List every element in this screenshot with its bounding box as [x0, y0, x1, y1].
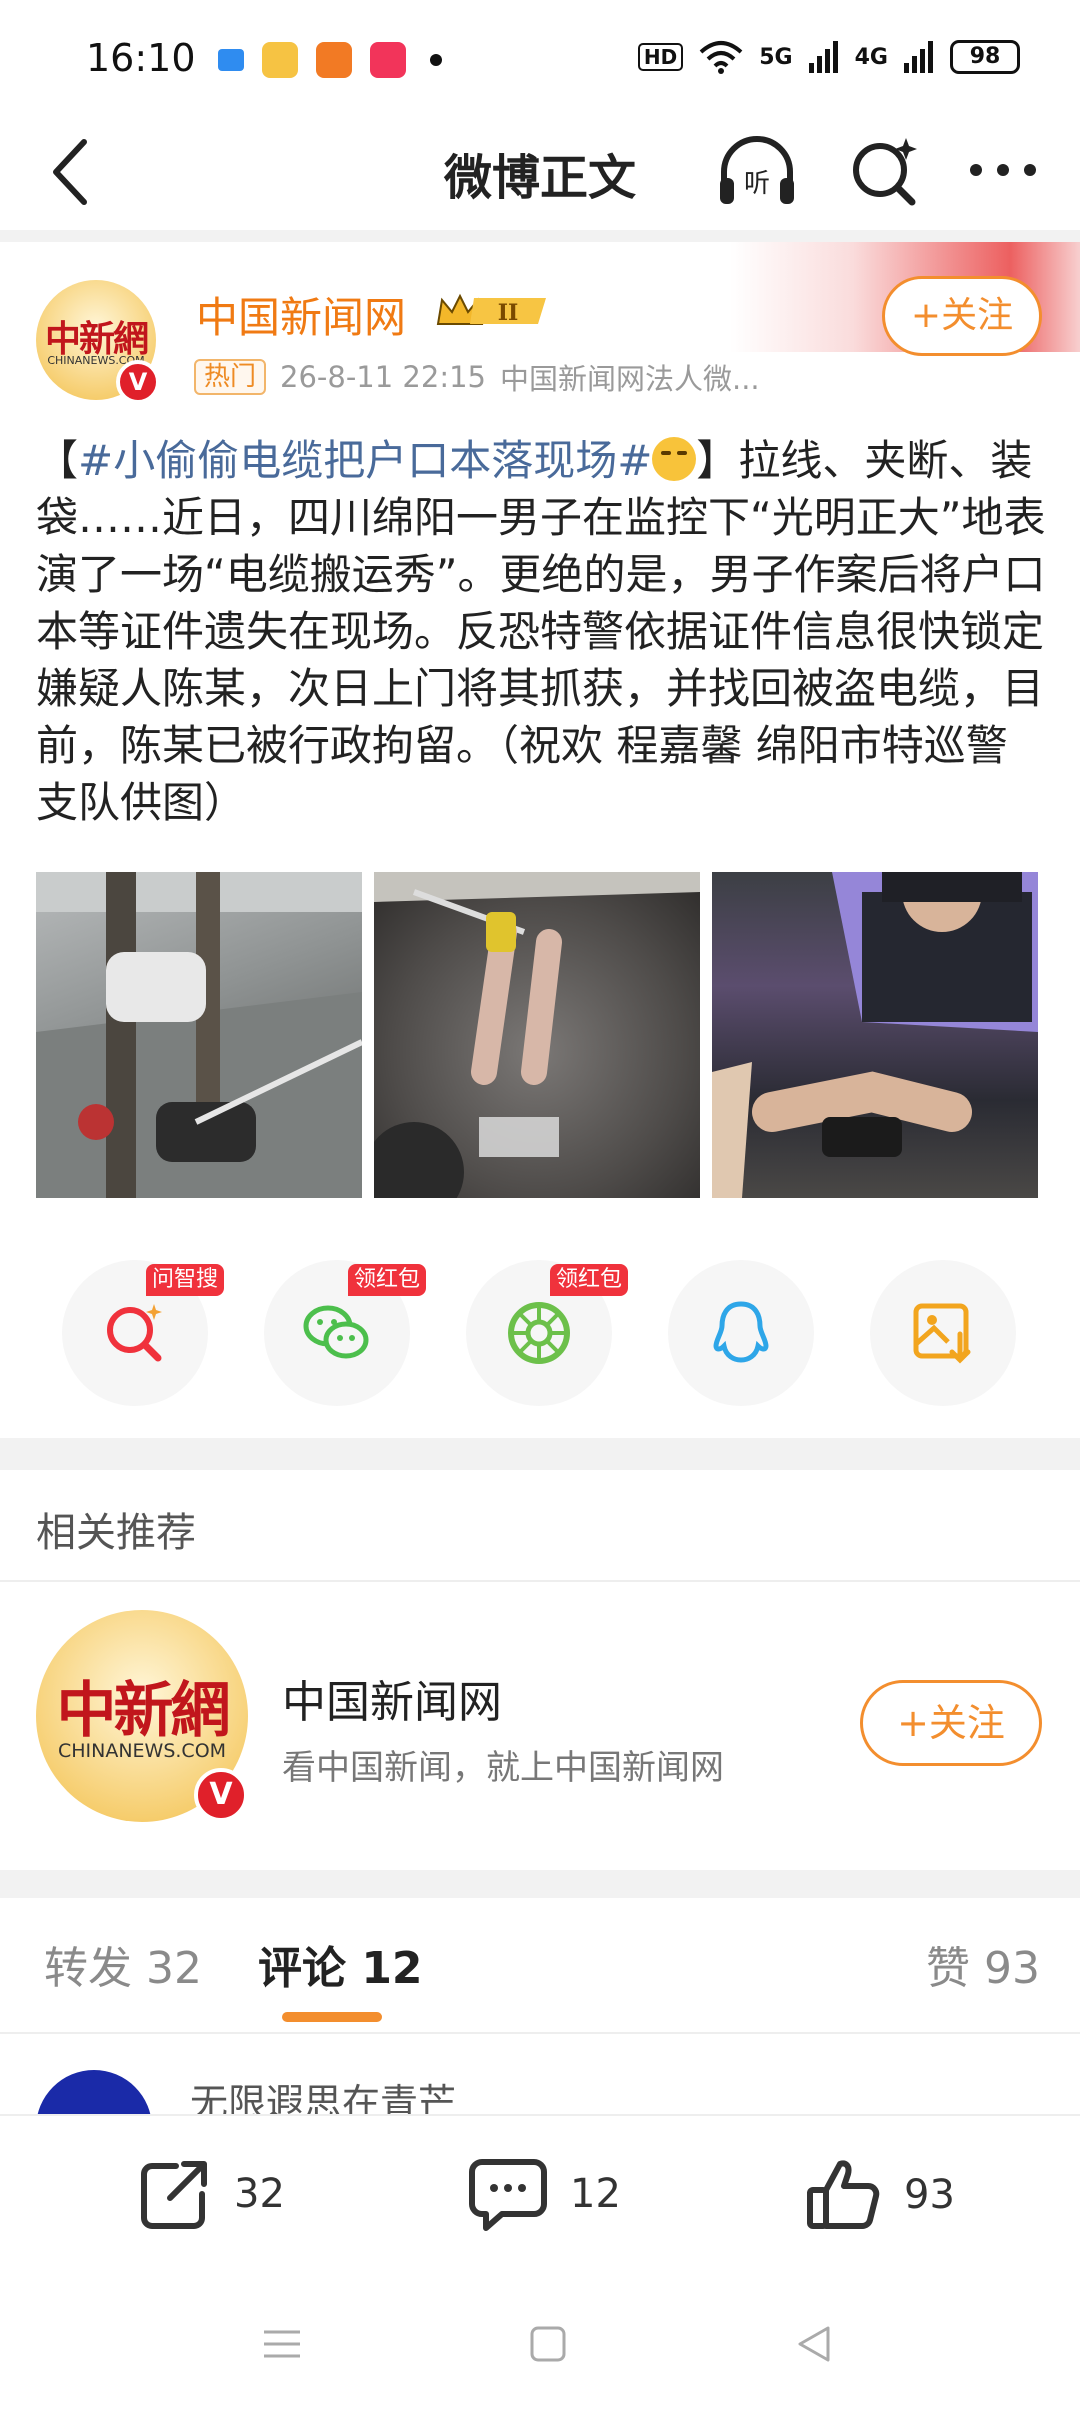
- active-tab-indicator: [282, 2012, 382, 2022]
- share-zhisou-button[interactable]: 问智搜: [62, 1260, 225, 1406]
- notification-icons: [218, 42, 442, 78]
- top-nav-bar: 微博正文 听: [0, 120, 1080, 230]
- status-bar: 16:10 HD 5G 4G 98: [0, 0, 1080, 120]
- comment-icon: [469, 2159, 547, 2231]
- menu-icon[interactable]: [262, 2324, 302, 2364]
- related-account-description: 看中国新闻，就上中国新闻网: [282, 1748, 724, 1788]
- comment-button[interactable]: 12: [468, 2156, 621, 2232]
- author-name[interactable]: 中国新闻网: [196, 284, 406, 345]
- share-badge: 领红包: [550, 1264, 629, 1296]
- system-navigation-bar: [0, 2280, 1080, 2414]
- share-qq-button[interactable]: [668, 1260, 814, 1406]
- signal-5g-label: 5G: [759, 44, 793, 70]
- avatar-logo-text: 中新網: [56, 1676, 231, 1746]
- qq-icon: [713, 1301, 769, 1363]
- save-image-icon: [913, 1303, 971, 1364]
- follow-button[interactable]: +关注: [882, 276, 1042, 356]
- share-badge: 领红包: [348, 1264, 427, 1296]
- verified-badge-icon: V: [194, 1768, 248, 1822]
- search-icon[interactable]: [840, 126, 930, 216]
- text-open-bracket: 【: [36, 436, 79, 485]
- hot-badge: 热门: [194, 359, 267, 395]
- music-notification-icon: [370, 42, 406, 78]
- tab-repost[interactable]: 转发 32: [44, 1932, 202, 1996]
- svg-text:听: 听: [744, 169, 770, 199]
- related-account-name[interactable]: 中国新闻网: [282, 1666, 502, 1730]
- post-time: 26-8-11 22:15: [280, 360, 486, 394]
- hashtag-link[interactable]: #小偷偷电缆把户口本落现场#: [78, 436, 652, 485]
- repost-icon: [141, 2161, 207, 2229]
- police-scene-drawing: [712, 872, 1038, 1198]
- more-notifications-icon: [430, 54, 442, 66]
- cable-cutting-photo[interactable]: [374, 872, 700, 1198]
- signal-bars-icon-2: [904, 41, 933, 73]
- share-row: 问智搜 领红包 领红包: [62, 1260, 1016, 1406]
- books-notification-icon: [316, 42, 352, 78]
- repost-count: 32: [234, 2171, 285, 2217]
- listen-headphones-icon[interactable]: 听: [712, 126, 802, 216]
- post-card: 中新網 CHINANEWS.COM V 中国新闻网 II 热门 26-8-11 …: [0, 242, 1080, 1438]
- battery-icon: 98: [950, 40, 1020, 74]
- like-button[interactable]: 93: [804, 2156, 955, 2234]
- street-scene-drawing: [36, 872, 362, 1198]
- post-body: 】拉线、夹断、装袋……近日，四川绵阳一男子在监控下“光明正大”地表演了一场“电缆…: [36, 436, 1046, 827]
- related-follow-button[interactable]: +关注: [860, 1680, 1042, 1766]
- status-time: 16:10: [86, 36, 196, 80]
- interaction-tabs: 转发 32 评论 12 赞 93: [0, 1898, 1080, 2034]
- commenter-avatar[interactable]: [36, 2070, 152, 2114]
- related-recommendations: 相关推荐 中新網 CHINANEWS.COM V 中国新闻网 看中国新闻，就上中…: [0, 1470, 1080, 1870]
- commenter-name[interactable]: 无限遐思在青芒: [190, 2072, 456, 2114]
- verified-badge-icon: V: [116, 360, 160, 404]
- cable-cutting-drawing: [374, 872, 700, 1198]
- weibo-notification-icon: [262, 42, 298, 78]
- comment-preview: 无限遐思在青芒: [0, 2034, 1080, 2114]
- signal-bars-icon: [808, 41, 838, 73]
- author-avatar[interactable]: 中新網 CHINANEWS.COM V: [36, 280, 160, 404]
- member-crown-icon: II: [436, 293, 546, 326]
- wechat-icon: [303, 1305, 369, 1359]
- level-badge-text: II: [498, 300, 519, 326]
- thumbs-up-icon: [807, 2160, 880, 2229]
- share-badge: 问智搜: [146, 1264, 225, 1296]
- comment-count: 12: [570, 2171, 621, 2217]
- related-account-avatar[interactable]: 中新網 CHINANEWS.COM V: [36, 1610, 248, 1822]
- post-meta: 热门 26-8-11 22:15 中国新闻网法人微...: [194, 356, 760, 398]
- signal-4g-label: 4G: [854, 44, 888, 70]
- share-wechat-button[interactable]: 领红包: [264, 1260, 427, 1406]
- more-options-icon[interactable]: [958, 126, 1048, 216]
- post-source: 中国新闻网法人微...: [500, 362, 760, 396]
- share-moments-button[interactable]: 领红包: [466, 1260, 629, 1406]
- home-icon[interactable]: [528, 2324, 568, 2364]
- police-evidence-photo[interactable]: [712, 872, 1038, 1198]
- related-heading: 相关推荐: [36, 1510, 196, 1556]
- post-images: [36, 872, 1038, 1198]
- share-save-image-button[interactable]: [870, 1260, 1016, 1406]
- tab-like[interactable]: 赞 93: [926, 1932, 1040, 1996]
- wifi-icon: [699, 41, 743, 74]
- divider: [0, 1580, 1080, 1582]
- avatar-logo-subtext: CHINANEWS.COM: [57, 1740, 227, 1762]
- bottom-action-bar: 32 12 93: [0, 2114, 1080, 2280]
- zhisou-search-icon: [107, 1304, 162, 1362]
- tab-comment[interactable]: 评论 12: [258, 1932, 423, 1996]
- moments-icon: [508, 1302, 570, 1364]
- smirk-emoji-icon: [652, 437, 697, 481]
- back-triangle-icon[interactable]: [794, 2324, 834, 2364]
- post-text: 【#小偷偷电缆把户口本落现场# 】拉线、夹断、装袋……近日，四川绵阳一男子在监控下…: [36, 432, 1046, 831]
- repost-button[interactable]: 32: [136, 2156, 285, 2232]
- like-count: 93: [904, 2172, 955, 2218]
- street-surveillance-photo[interactable]: [36, 872, 362, 1198]
- hd-indicator: HD: [637, 43, 684, 71]
- app-notification-icon: [218, 49, 244, 71]
- system-status: HD 5G 4G 98: [637, 40, 1020, 74]
